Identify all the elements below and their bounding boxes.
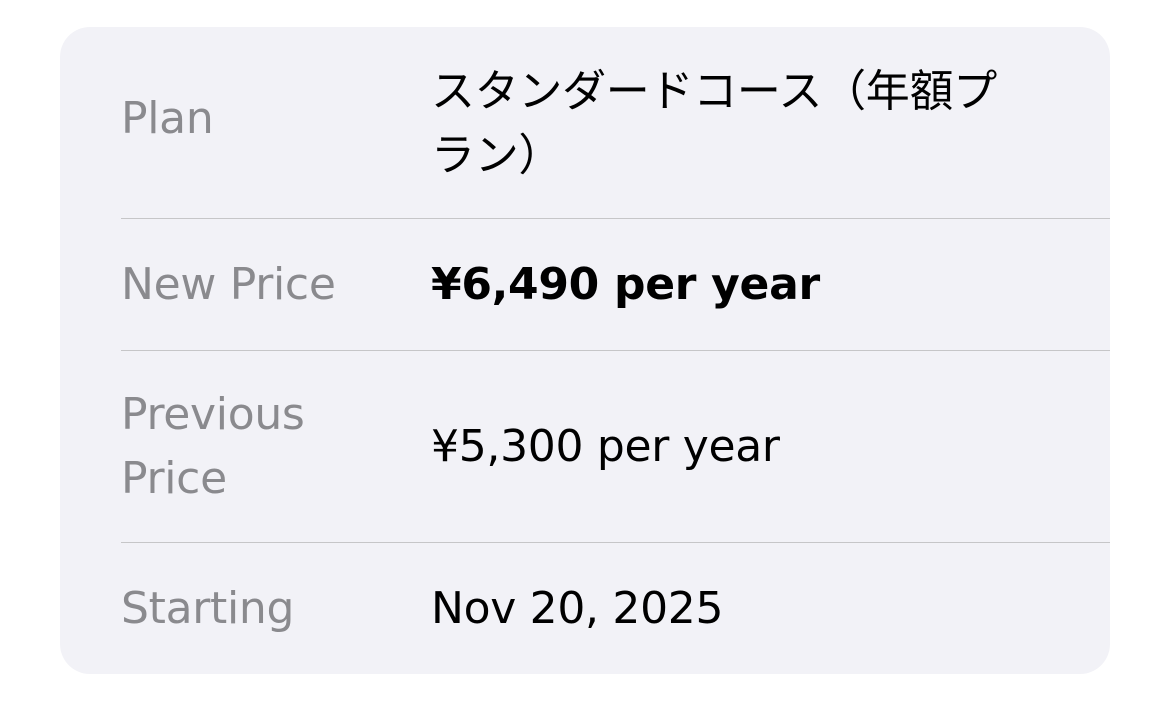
- previous-price-label: Previous Price: [121, 388, 305, 504]
- starting-row: Starting Nov 20, 2025: [121, 543, 1110, 674]
- previous-price-value: ¥5,300 per year: [431, 420, 780, 472]
- subscription-details-card: Plan スタンダードコース（年額プラン） New Price ¥6,490 p…: [60, 27, 1110, 674]
- new-price-row: New Price ¥6,490 per year: [121, 219, 1110, 351]
- starting-date-value: Nov 20, 2025: [431, 582, 724, 634]
- plan-label: Plan: [121, 92, 214, 144]
- new-price-value: ¥6,490 per year: [431, 258, 820, 310]
- plan-value: スタンダードコース（年額プラン）: [431, 65, 997, 181]
- new-price-label: New Price: [121, 258, 336, 310]
- previous-price-row: Previous Price ¥5,300 per year: [121, 351, 1110, 543]
- starting-label: Starting: [121, 582, 295, 634]
- plan-row: Plan スタンダードコース（年額プラン）: [121, 27, 1110, 219]
